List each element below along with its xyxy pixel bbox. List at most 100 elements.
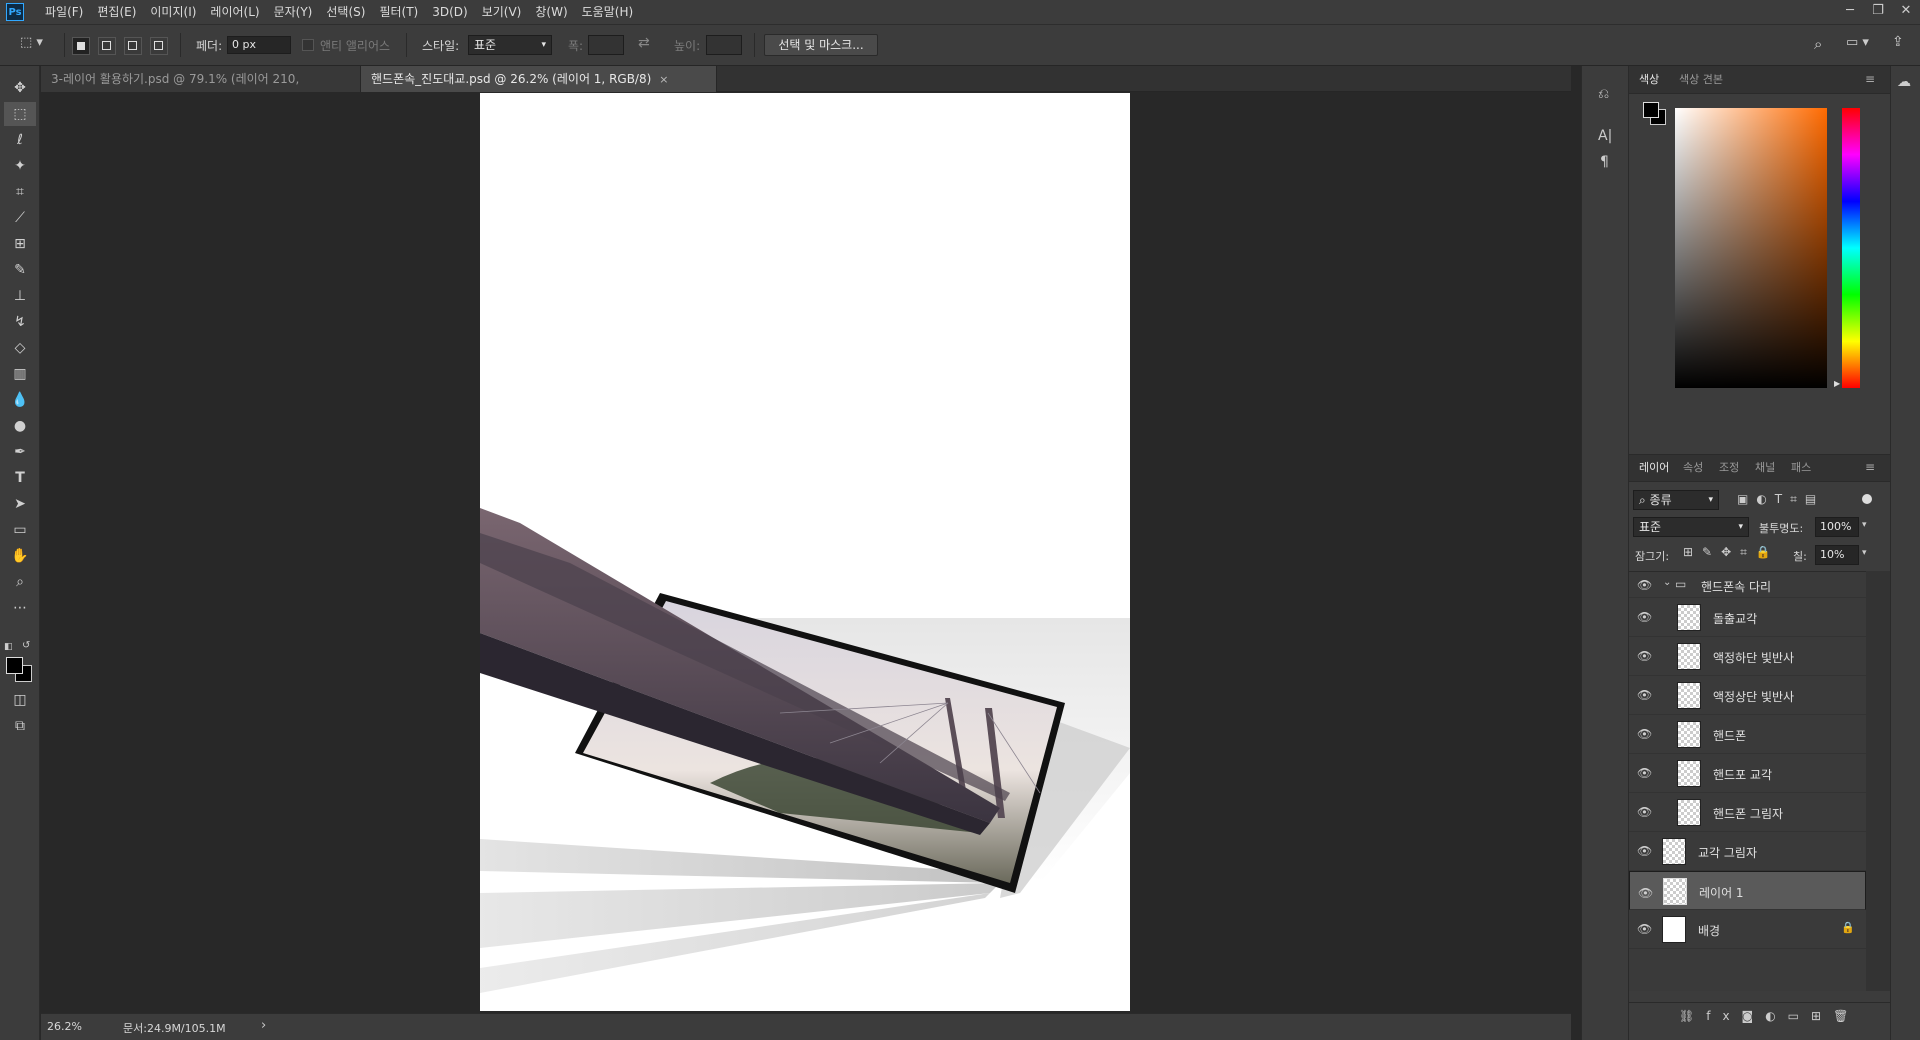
eye-icon[interactable]: 👁 [1637, 649, 1653, 663]
layer-row[interactable]: 👁 핸드폰 [1629, 715, 1866, 754]
status-arrow-icon[interactable]: › [261, 1018, 266, 1033]
marquee-tool-icon[interactable]: ⬚ [4, 102, 36, 126]
fill-dropdown-icon[interactable]: ▾ [1862, 548, 1867, 558]
tab-layers[interactable]: 레이어 [1639, 454, 1669, 482]
pen-tool-icon[interactable]: ✒ [4, 440, 36, 464]
eye-icon[interactable]: 👁 [1637, 766, 1653, 780]
layer-filter-icons[interactable]: ▣◐T⌗▤ [1737, 492, 1867, 507]
style-select[interactable]: 표준 ▾ [468, 35, 552, 55]
eye-icon[interactable]: 👁 [1637, 844, 1653, 858]
layer-row-group[interactable]: 👁 ⌄ ▭ 핸드폰속 다리 [1629, 572, 1866, 598]
eye-icon[interactable]: 👁 [1637, 805, 1653, 819]
layers-scrollbar[interactable] [1866, 571, 1890, 991]
layer-row[interactable]: 👁 핸드포 교각 [1629, 754, 1866, 793]
eraser-icon[interactable]: ◇ [4, 336, 36, 360]
swap-icon[interactable]: ⇄ [638, 35, 650, 51]
healing-brush-icon[interactable]: ⊞ [4, 232, 36, 256]
crop-tool-icon[interactable]: ⌗ [4, 180, 36, 204]
menu-select[interactable]: 선택(S) [319, 0, 372, 24]
close-tab-icon[interactable]: × [659, 73, 668, 86]
stamp-tool-icon[interactable]: ⊥ [4, 284, 36, 308]
height-input[interactable] [706, 35, 742, 55]
chevron-down-icon[interactable]: ⌄ [1663, 577, 1671, 588]
cloud-libraries-icon[interactable]: ☁ [1897, 74, 1911, 90]
menu-edit[interactable]: 편집(E) [90, 0, 143, 24]
panel-menu-icon[interactable]: ≡ [1865, 72, 1875, 86]
layer-row[interactable]: 👁 돌출교각 [1629, 598, 1866, 637]
history-panel-icon[interactable]: ⎌ [1598, 86, 1609, 102]
blend-mode-select[interactable]: 표준 ▾ [1633, 517, 1749, 537]
layer-row[interactable]: 👁 액정상단 빛반사 [1629, 676, 1866, 715]
tab-document-2[interactable]: 핸드폰속_진도대교.psd @ 26.2% (레이어 1, RGB/8) × [361, 66, 717, 92]
lock-icons[interactable]: ⊞✎✥⌗🔒 [1683, 545, 1787, 560]
eyedropper-icon[interactable]: ⟋ [4, 206, 36, 230]
close-icon[interactable]: ✕ [1892, 0, 1920, 24]
eye-icon[interactable]: 👁 [1637, 727, 1653, 741]
workspace-icon[interactable]: ▭ ▾ [1846, 35, 1869, 50]
layer-filter-select[interactable]: ⌕ 종류 ▾ [1633, 490, 1719, 510]
hand-tool-icon[interactable]: ✋ [4, 544, 36, 568]
layer-row[interactable]: 👁 교각 그림자 [1629, 832, 1866, 871]
layer-row[interactable]: 👁 핸드폰 그림자 [1629, 793, 1866, 832]
tab-document-1[interactable]: 3-레이어 활용하기.psd @ 79.1% (레이어 210, RGB/8)× [41, 66, 361, 112]
blur-tool-icon[interactable]: 💧 [4, 388, 36, 412]
quick-mask-icon[interactable]: ◫ [4, 688, 36, 712]
hue-slider[interactable] [1842, 108, 1860, 388]
path-select-icon[interactable]: ➤ [4, 492, 36, 516]
menu-layer[interactable]: 레이어(L) [203, 0, 266, 24]
color-field[interactable] [1675, 108, 1827, 388]
menu-image[interactable]: 이미지(I) [143, 0, 203, 24]
menu-view[interactable]: 보기(V) [475, 0, 529, 24]
swap-colors-icon[interactable]: ↺ [22, 640, 30, 651]
eye-icon[interactable]: 👁 [1637, 610, 1653, 624]
restore-icon[interactable]: ❐ [1864, 0, 1892, 24]
menu-type[interactable]: 문자(Y) [267, 0, 320, 24]
default-colors-icon[interactable]: ◧ [4, 642, 16, 652]
menu-help[interactable]: 도움말(H) [575, 0, 641, 24]
search-icon[interactable]: ⌕ [1814, 35, 1822, 53]
select-and-mask-button[interactable]: 선택 및 마스크... [764, 34, 878, 56]
menu-filter[interactable]: 필터(T) [372, 0, 425, 24]
hue-marker-icon[interactable]: ▶ [1834, 379, 1840, 388]
screen-mode-icon[interactable]: ⧉ [4, 714, 36, 738]
width-input[interactable] [588, 35, 624, 55]
filter-toggle-icon[interactable] [1862, 494, 1872, 504]
tab-properties[interactable]: 속성 [1683, 454, 1703, 482]
document-canvas[interactable] [480, 93, 1130, 1011]
color-fg-swatch[interactable] [1643, 102, 1659, 118]
type-tool-icon[interactable]: T [4, 466, 36, 490]
feather-input[interactable]: 0 px [227, 36, 291, 54]
add-selection-icon[interactable] [98, 37, 116, 55]
canvas-area[interactable] [41, 92, 1571, 1013]
opacity-input[interactable]: 100% [1815, 517, 1859, 537]
menu-3d[interactable]: 3D(D) [425, 0, 474, 24]
more-tools-icon[interactable]: ⋯ [4, 596, 36, 620]
intersect-selection-icon[interactable] [150, 37, 168, 55]
paragraph-panel-icon[interactable]: ¶ [1600, 154, 1609, 170]
marquee-preset-icon[interactable]: ⬚ ▾ [20, 35, 54, 55]
tab-channels[interactable]: 채널 [1755, 454, 1775, 482]
layers-menu-icon[interactable]: ≡ [1865, 460, 1875, 474]
lasso-tool-icon[interactable]: ℓ [4, 128, 36, 152]
tab-adjustments[interactable]: 조정 [1719, 454, 1739, 482]
dodge-tool-icon[interactable]: ● [4, 414, 36, 438]
layer-row[interactable]: 👁 액정하단 빛반사 [1629, 637, 1866, 676]
gradient-tool-icon[interactable]: ▥ [4, 362, 36, 386]
history-brush-icon[interactable]: ↯ [4, 310, 36, 334]
foreground-color-swatch[interactable] [6, 657, 23, 674]
zoom-tool-icon[interactable]: ⌕ [4, 570, 36, 594]
zoom-level[interactable]: 26.2% [47, 1020, 82, 1033]
layer-row-selected[interactable]: 👁 레이어 1 [1629, 871, 1866, 910]
share-icon[interactable]: ⇪ [1892, 34, 1904, 50]
menu-file[interactable]: 파일(F) [38, 0, 90, 24]
eye-icon[interactable]: 👁 [1637, 578, 1653, 592]
subtract-selection-icon[interactable] [124, 37, 142, 55]
minimize-icon[interactable]: ─ [1836, 0, 1864, 24]
eye-icon[interactable]: 👁 [1637, 922, 1653, 936]
menu-window[interactable]: 창(W) [528, 0, 574, 24]
tab-color[interactable]: 색상 [1639, 66, 1659, 94]
tab-swatches[interactable]: 색상 견본 [1679, 66, 1723, 94]
eye-icon[interactable]: 👁 [1637, 688, 1653, 702]
new-selection-icon[interactable] [72, 37, 90, 55]
magic-wand-icon[interactable]: ✦ [4, 154, 36, 178]
